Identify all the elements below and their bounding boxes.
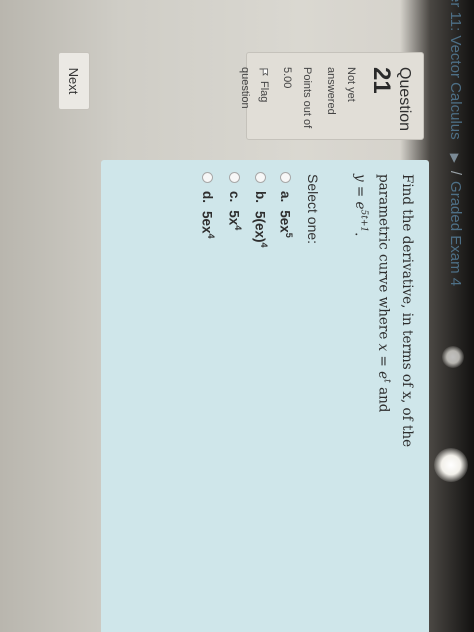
question-panel: Find the derivative, in terms of x, of t… — [101, 160, 429, 632]
y-equation-base: y = e — [352, 174, 368, 210]
option-b[interactable]: b. 5(ex)4 — [253, 172, 270, 248]
points-value: 5.00 — [281, 67, 293, 89]
option-a-radio[interactable] — [280, 172, 292, 183]
option-d-base: 5ex — [199, 211, 215, 234]
option-a[interactable]: a. 5ex5 — [278, 172, 295, 238]
option-c-letter: c. — [227, 191, 243, 203]
option-d-radio[interactable] — [202, 172, 214, 183]
status-line-1: Not yet — [345, 67, 357, 102]
question-line-2-prefix: parametric curve where — [375, 174, 392, 340]
option-c-base: 5x — [226, 210, 242, 226]
y-equation: y = e5t+1 — [352, 174, 369, 233]
option-a-text: 5ex5 — [278, 210, 295, 238]
option-a-exponent: 5 — [284, 232, 294, 238]
points-label: Points out of — [301, 67, 313, 129]
option-d-letter: d. — [200, 191, 216, 203]
next-button[interactable]: Next — [58, 52, 90, 110]
question-line-1: Find the derivative, in terms of x, of t… — [399, 174, 415, 448]
question-info-box: Question 21 Not yet answered Points out … — [239, 52, 424, 140]
y-equation-exponent: 5t+1 — [358, 209, 369, 233]
option-b-base: 5(ex) — [252, 211, 268, 243]
select-one-label: Select one: — [305, 174, 321, 245]
x-equation-base: x = e — [375, 343, 392, 380]
question-number: 21 — [368, 67, 395, 94]
question-label: Question — [396, 67, 413, 132]
screen-glare — [434, 448, 468, 482]
option-c[interactable]: c. 5x4 — [227, 172, 244, 230]
option-c-radio[interactable] — [229, 172, 241, 183]
option-b-text: 5(ex)4 — [253, 211, 270, 248]
quiz-page: er 11: Vector Calculus ▶ / Graded Exam 4 Qu… — [0, 0, 474, 632]
question-line-2: parametric curve where x = et and — [374, 174, 398, 614]
question-line-3-suffix: . — [352, 232, 368, 237]
option-b-exponent: 4 — [259, 242, 269, 248]
screen-glare — [442, 346, 464, 368]
breadcrumb-separator: / — [447, 170, 464, 176]
option-d-text: 5ex4 — [200, 211, 217, 239]
x-equation: x = et — [375, 343, 393, 383]
question-line-2-suffix: and — [375, 387, 392, 413]
flag-label: Flag — [258, 81, 270, 103]
status-line-2: answered — [325, 67, 337, 115]
option-b-letter: b. — [253, 191, 269, 203]
breadcrumb-current-link[interactable]: Graded Exam 4 — [447, 181, 464, 286]
x-equation-exponent: t — [382, 379, 392, 383]
breadcrumb-chapter-link[interactable]: er 11: Vector Calculus — [447, 0, 464, 140]
flag-label-line-2: question — [239, 67, 251, 109]
flag-icon — [259, 68, 268, 76]
option-a-base: 5ex — [277, 210, 293, 233]
photo-frame: er 11: Vector Calculus ▶ / Graded Exam 4 Qu… — [0, 0, 474, 632]
option-d-exponent: 4 — [206, 233, 216, 239]
option-d[interactable]: d. 5ex4 — [200, 172, 217, 239]
breadcrumb-arrow-icon: ▶ — [448, 153, 462, 163]
option-c-text: 5x4 — [227, 210, 244, 230]
question-text: Find the derivative, in terms of x, of t… — [350, 174, 417, 614]
option-c-exponent: 4 — [233, 225, 243, 231]
flag-question-link[interactable]: Flag — [255, 67, 273, 131]
breadcrumb: er 11: Vector Calculus ▶ / Graded Exam 4 — [447, 0, 464, 286]
question-line-3: y = e5t+1. — [350, 174, 374, 614]
option-b-radio[interactable] — [255, 172, 267, 183]
option-a-letter: a. — [278, 191, 294, 203]
